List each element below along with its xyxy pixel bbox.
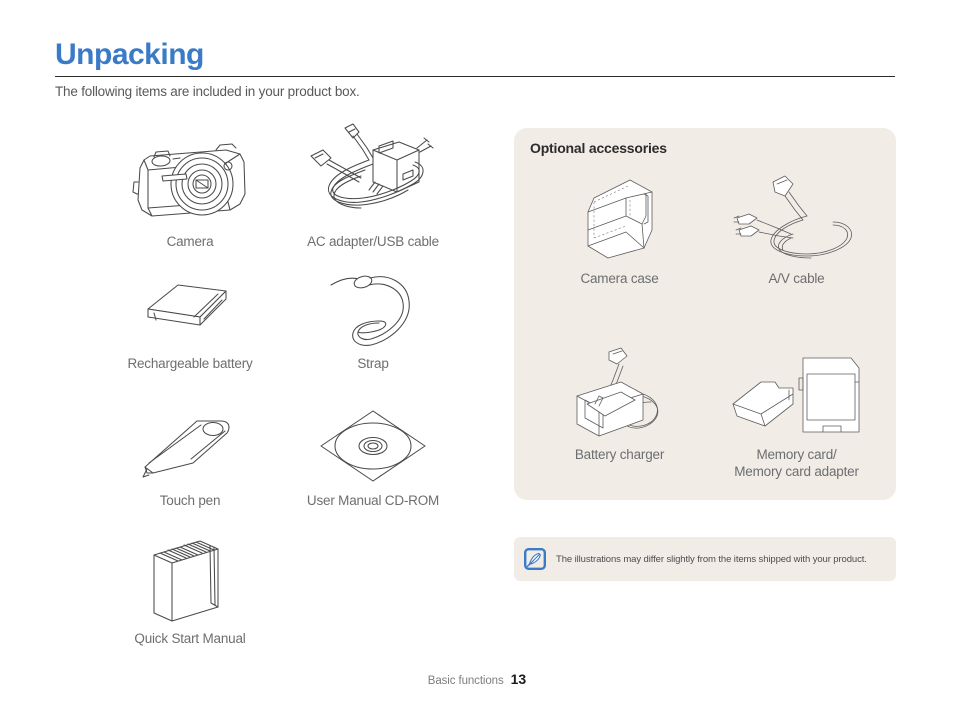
included-item-cdrom: User Manual CD-ROM (277, 405, 469, 510)
included-item-label: Strap (357, 356, 389, 371)
optional-item-label: Memory card/ Memory card adapter (709, 446, 884, 481)
title-divider (55, 76, 895, 77)
touch-pen-icon (95, 405, 285, 487)
optional-item-battery-charger: Battery charger (532, 346, 707, 463)
optional-item-label-line2: Memory card adapter (734, 464, 859, 480)
ac-adapter-usb-cable-icon (277, 120, 469, 228)
optional-item-label-line1: Memory card/ (756, 447, 837, 462)
optional-item-label: Camera case (580, 271, 659, 286)
included-item-touch-pen: Touch pen (95, 405, 285, 510)
included-item-label: Touch pen (159, 493, 221, 508)
memory-card-icon (709, 346, 884, 442)
footer-page-number: 13 (510, 671, 527, 687)
included-item-battery: Rechargeable battery (95, 270, 285, 373)
optional-accessories-panel: Optional accessories Camera case A/V cab… (514, 128, 896, 500)
cd-rom-icon (277, 405, 469, 487)
page-footer: Basic functions 13 (0, 671, 954, 689)
included-item-ac-adapter: AC adapter/USB cable (277, 120, 469, 251)
manual-booklet-icon (95, 535, 285, 625)
optional-item-label: Battery charger (574, 447, 665, 462)
footer-section-label: Basic functions (427, 675, 504, 687)
optional-item-camera-case: Camera case (532, 170, 707, 287)
note-text: The illustrations may differ slightly fr… (556, 553, 867, 565)
camera-case-icon (532, 170, 707, 266)
strap-icon (277, 265, 469, 350)
battery-charger-icon (532, 346, 707, 442)
included-item-label: Camera (166, 234, 214, 249)
note-pen-icon (524, 548, 547, 571)
included-item-label: User Manual CD-ROM (306, 493, 440, 508)
av-cable-icon (709, 170, 884, 266)
optional-item-label: A/V cable (768, 271, 825, 286)
optional-accessories-title: Optional accessories (530, 140, 667, 156)
included-item-camera: Camera (95, 128, 285, 251)
included-item-label: Quick Start Manual (134, 631, 246, 646)
included-item-strap: Strap (277, 265, 469, 373)
document-page: Unpacking The following items are includ… (0, 0, 954, 720)
camera-icon (95, 128, 285, 228)
battery-icon (95, 270, 285, 350)
included-item-label: AC adapter/USB cable (307, 234, 439, 249)
included-item-label: Rechargeable battery (127, 356, 253, 371)
included-item-quick-start-manual: Quick Start Manual (95, 535, 285, 648)
note-bar: The illustrations may differ slightly fr… (514, 537, 896, 581)
page-title: Unpacking (55, 38, 204, 71)
optional-item-av-cable: A/V cable (709, 170, 884, 287)
optional-item-memory-card: Memory card/ Memory card adapter (709, 346, 884, 481)
page-subtitle: The following items are included in your… (55, 84, 360, 99)
